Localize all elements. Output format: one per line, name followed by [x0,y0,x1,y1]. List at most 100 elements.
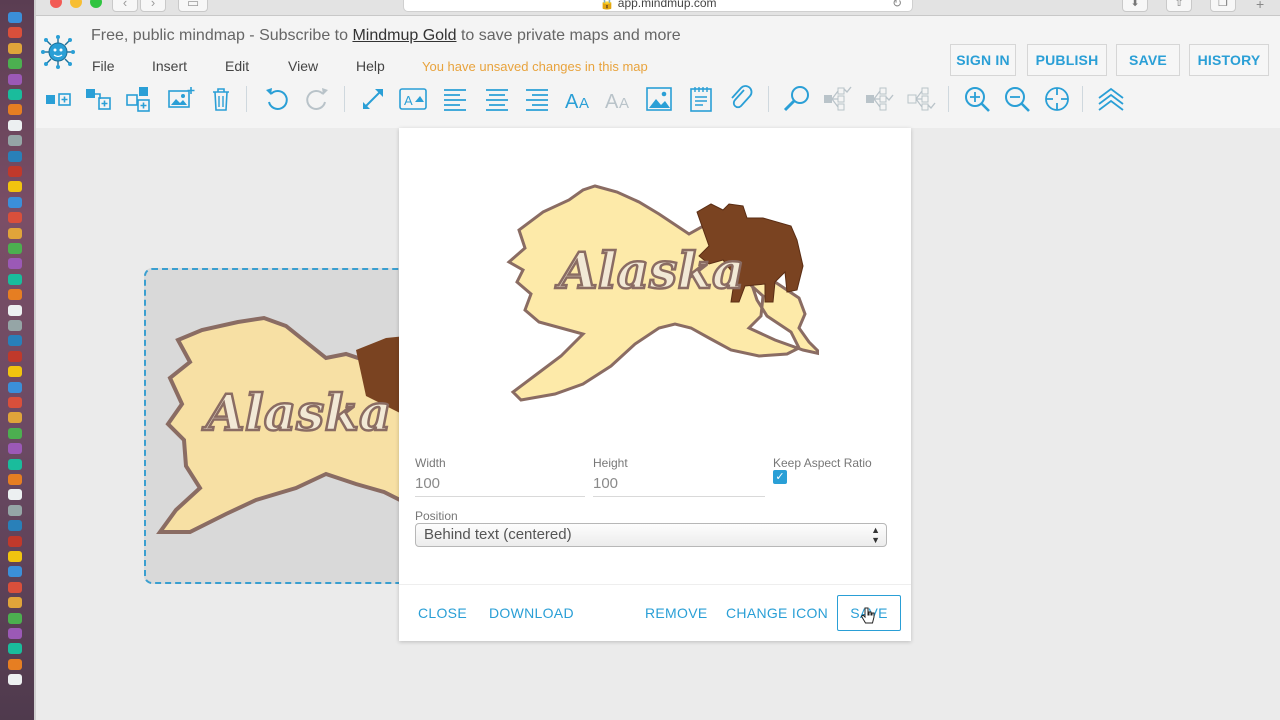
width-input[interactable] [415,471,585,497]
dock-app-icon[interactable] [8,381,22,393]
add-parent-icon[interactable] [124,84,154,114]
toolbar-separator [948,86,949,112]
dock-app-icon[interactable] [8,258,22,270]
dock-app-icon[interactable] [8,397,22,408]
address-bar[interactable]: 🔒 app.mindmup.com ↻ [403,0,913,12]
font-larger-icon[interactable]: AA [564,84,594,114]
sign-in-button[interactable]: SIGN IN [950,44,1016,76]
dock-app-icon[interactable] [8,427,22,439]
dock-app-icon[interactable] [8,243,22,254]
share-button[interactable]: ⇧ [1166,0,1192,12]
dock-app-icon[interactable] [8,458,22,470]
aspect-ratio-checkbox[interactable]: ✓ [773,470,787,484]
redo-icon[interactable] [302,84,332,114]
dock-app-icon[interactable] [8,104,22,116]
menu-insert[interactable]: Insert [152,58,187,74]
dock-app-icon[interactable] [8,166,22,177]
dock-app-icon[interactable] [8,597,22,609]
add-sibling-icon[interactable] [84,84,114,114]
position-select[interactable]: Behind text (centered) ▲ ▼ [415,523,887,547]
dock-app-icon[interactable] [8,181,22,193]
history-button[interactable]: HISTORY [1189,44,1269,76]
zoom-out-icon[interactable] [1002,84,1032,114]
menu-help[interactable]: Help [356,58,385,74]
delete-icon[interactable] [206,84,236,114]
dock-app-icon[interactable] [8,612,22,624]
dock-app-icon[interactable] [8,489,22,501]
dock-app-icon[interactable] [8,535,22,547]
close-button[interactable]: CLOSE [418,605,467,621]
align-right-icon[interactable] [522,84,552,114]
dock-app-icon[interactable] [8,119,22,131]
dock-app-icon[interactable] [8,304,22,316]
forward-button[interactable]: › [140,0,166,12]
reload-icon[interactable]: ↻ [892,0,902,11]
add-child-icon[interactable] [44,84,74,114]
dock-app-icon[interactable] [8,42,22,54]
menu-edit[interactable]: Edit [225,58,249,74]
back-button[interactable]: ‹ [112,0,138,12]
dock-app-icon[interactable] [8,73,22,85]
change-icon-button[interactable]: CHANGE ICON [726,605,828,621]
image-icon[interactable] [644,84,674,114]
publish-button[interactable]: PUBLISH [1027,44,1107,76]
dock-app-icon[interactable] [8,366,22,378]
dock-app-icon[interactable] [8,581,22,593]
download-button[interactable]: DOWNLOAD [489,605,574,621]
expand-icon[interactable] [864,84,894,114]
dock-app-icon[interactable] [8,628,22,639]
menu-view[interactable]: View [288,58,318,74]
dock-app-icon[interactable] [8,674,22,686]
add-image-icon[interactable] [166,84,196,114]
dock-app-icon[interactable] [8,289,22,301]
dock-app-icon[interactable] [8,196,22,208]
edit-text-icon[interactable]: A [398,84,428,114]
dock-app-icon[interactable] [8,443,22,455]
sidebar-button[interactable]: ▭ [178,0,208,12]
maximize-window-button[interactable] [90,0,102,8]
save-map-button[interactable]: SAVE [1116,44,1180,76]
dock-app-icon[interactable] [8,658,22,670]
link-icon[interactable] [726,84,756,114]
height-input[interactable] [593,471,765,497]
font-smaller-icon[interactable]: AA [604,84,634,114]
dock-app-icon[interactable] [8,150,22,162]
collapse-icon[interactable] [822,84,852,114]
dock-app-icon[interactable] [8,504,22,516]
layers-icon[interactable] [1096,84,1126,114]
minimize-window-button[interactable] [70,0,82,8]
reset-view-icon[interactable] [1042,84,1072,114]
align-left-icon[interactable] [440,84,470,114]
downloads-button[interactable]: ⬇ [1122,0,1148,12]
note-icon[interactable] [686,84,716,114]
dock-app-icon[interactable] [8,474,22,485]
menu-file[interactable]: File [92,58,115,74]
dock-app-icon[interactable] [8,12,22,23]
dock-app-icon[interactable] [8,350,22,362]
zoom-in-icon[interactable] [962,84,992,114]
find-icon[interactable] [782,84,812,114]
dock-app-icon[interactable] [8,551,22,562]
toggle-icon[interactable] [906,84,936,114]
undo-icon[interactable] [262,84,292,114]
new-tab-button[interactable]: + [1256,0,1264,12]
close-window-button[interactable] [50,0,62,8]
mindmup-gold-link[interactable]: Mindmup Gold [352,27,456,44]
dock-app-icon[interactable] [8,227,22,239]
align-center-icon[interactable] [482,84,512,114]
remove-button[interactable]: REMOVE [645,605,707,621]
dock-app-icon[interactable] [8,89,22,100]
tabs-button[interactable]: ❐ [1210,0,1236,12]
dock-app-icon[interactable] [8,58,22,70]
dock-app-icon[interactable] [8,643,22,655]
connect-icon[interactable] [358,84,388,114]
dock-app-icon[interactable] [8,135,22,147]
dock-app-icon[interactable] [8,212,22,224]
dock-app-icon[interactable] [8,566,22,578]
dock-app-icon[interactable] [8,335,22,347]
dock-app-icon[interactable] [8,27,22,39]
dock-app-icon[interactable] [8,520,22,532]
dock-app-icon[interactable] [8,273,22,285]
dock-app-icon[interactable] [8,320,22,331]
dock-app-icon[interactable] [8,412,22,424]
